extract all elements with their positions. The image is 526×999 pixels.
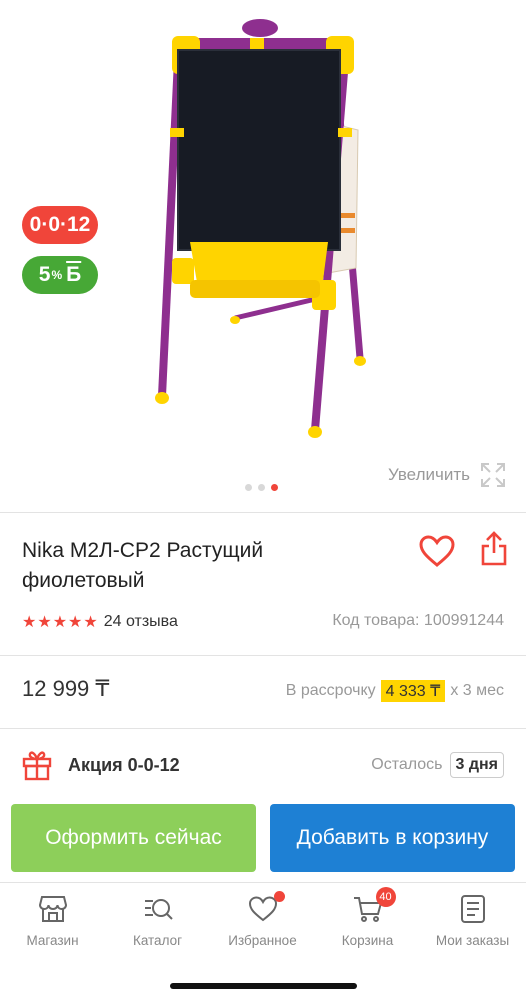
star-icon: ★: [22, 614, 37, 631]
nav-label-store: Магазин: [26, 933, 79, 948]
product-sku: Код товара: 100991244: [332, 612, 504, 629]
installment-prefix: В рассрочку: [285, 682, 376, 699]
zoom-label: Увеличить: [388, 465, 470, 484]
rating-stars: ★ ★ ★ ★ ★: [22, 612, 98, 632]
bottom-nav: Магазин Каталог Избранное 40 Корзина Мои…: [0, 882, 526, 999]
divider: [0, 728, 526, 729]
expand-icon: [481, 463, 505, 487]
promo-remaining: Осталось 3 дня: [371, 752, 504, 778]
installment-suffix: х 3 мес: [450, 682, 504, 699]
bonus-badge: 5% Б: [22, 256, 98, 294]
share-icon[interactable]: [480, 531, 508, 567]
gift-icon: [22, 751, 52, 781]
nav-label-catalog: Каталог: [132, 933, 183, 948]
store-icon: [38, 896, 67, 922]
bonus-currency: Б: [66, 263, 82, 286]
reviews-link[interactable]: 24 отзыва: [104, 613, 178, 631]
nav-label-cart: Корзина: [341, 933, 394, 948]
cart-icon-wrap: 40: [352, 887, 396, 925]
nav-item-favorites[interactable]: Избранное: [210, 891, 315, 948]
bonus-percent: %: [51, 268, 63, 282]
pagination-dot-active[interactable]: [271, 484, 278, 491]
star-icon: ★: [83, 614, 98, 631]
installment-amount: 4 333 ₸: [380, 680, 446, 702]
catalog-search-icon: [144, 899, 173, 920]
favorites-notification-dot: [273, 891, 285, 902]
nav-item-cart[interactable]: 40 Корзина: [315, 887, 420, 948]
star-icon: ★: [52, 614, 68, 631]
installment-badge: 0·0·12: [22, 206, 98, 244]
promo-title[interactable]: Акция 0-0-12: [68, 755, 180, 776]
favorite-heart-icon[interactable]: [418, 534, 456, 568]
home-indicator: [170, 983, 357, 989]
remaining-label: Осталось: [371, 756, 443, 773]
favorites-icon-wrap: [247, 891, 285, 925]
pagination-dot[interactable]: [245, 484, 252, 491]
cart-count-badge: 40: [375, 887, 396, 907]
gallery-pagination: [245, 484, 278, 491]
remaining-days: 3 дня: [449, 752, 504, 778]
divider: [0, 512, 526, 513]
star-icon: ★: [68, 614, 83, 631]
nav-label-orders: Мои заказы: [435, 933, 510, 948]
bonus-value: 5: [38, 263, 51, 286]
star-icon: ★: [37, 614, 52, 631]
add-to-cart-button[interactable]: Добавить в корзину: [270, 804, 515, 872]
nav-label-favorites: Избранное: [228, 933, 297, 948]
product-image-easel[interactable]: [150, 18, 370, 448]
rating[interactable]: ★ ★ ★ ★ ★ 24 отзыва: [22, 612, 178, 632]
product-title: Nika М2Л-СР2 Растущий фиолетовый: [22, 539, 264, 592]
zoom-button[interactable]: Увеличить: [388, 462, 506, 488]
nav-item-store[interactable]: Магазин: [0, 893, 105, 948]
orders-icon: [460, 895, 485, 923]
nav-item-orders[interactable]: Мои заказы: [420, 893, 525, 948]
buy-now-button[interactable]: Оформить сейчас: [11, 804, 256, 872]
product-gallery[interactable]: 0·0·12 5% Б Увеличить: [0, 0, 526, 512]
nav-item-catalog[interactable]: Каталог: [105, 893, 210, 948]
installment-info[interactable]: В рассрочку 4 333 ₸ х 3 мес: [286, 680, 504, 702]
divider: [0, 655, 526, 656]
product-price: 12 999 ₸: [22, 676, 110, 701]
pagination-dot[interactable]: [258, 484, 265, 491]
